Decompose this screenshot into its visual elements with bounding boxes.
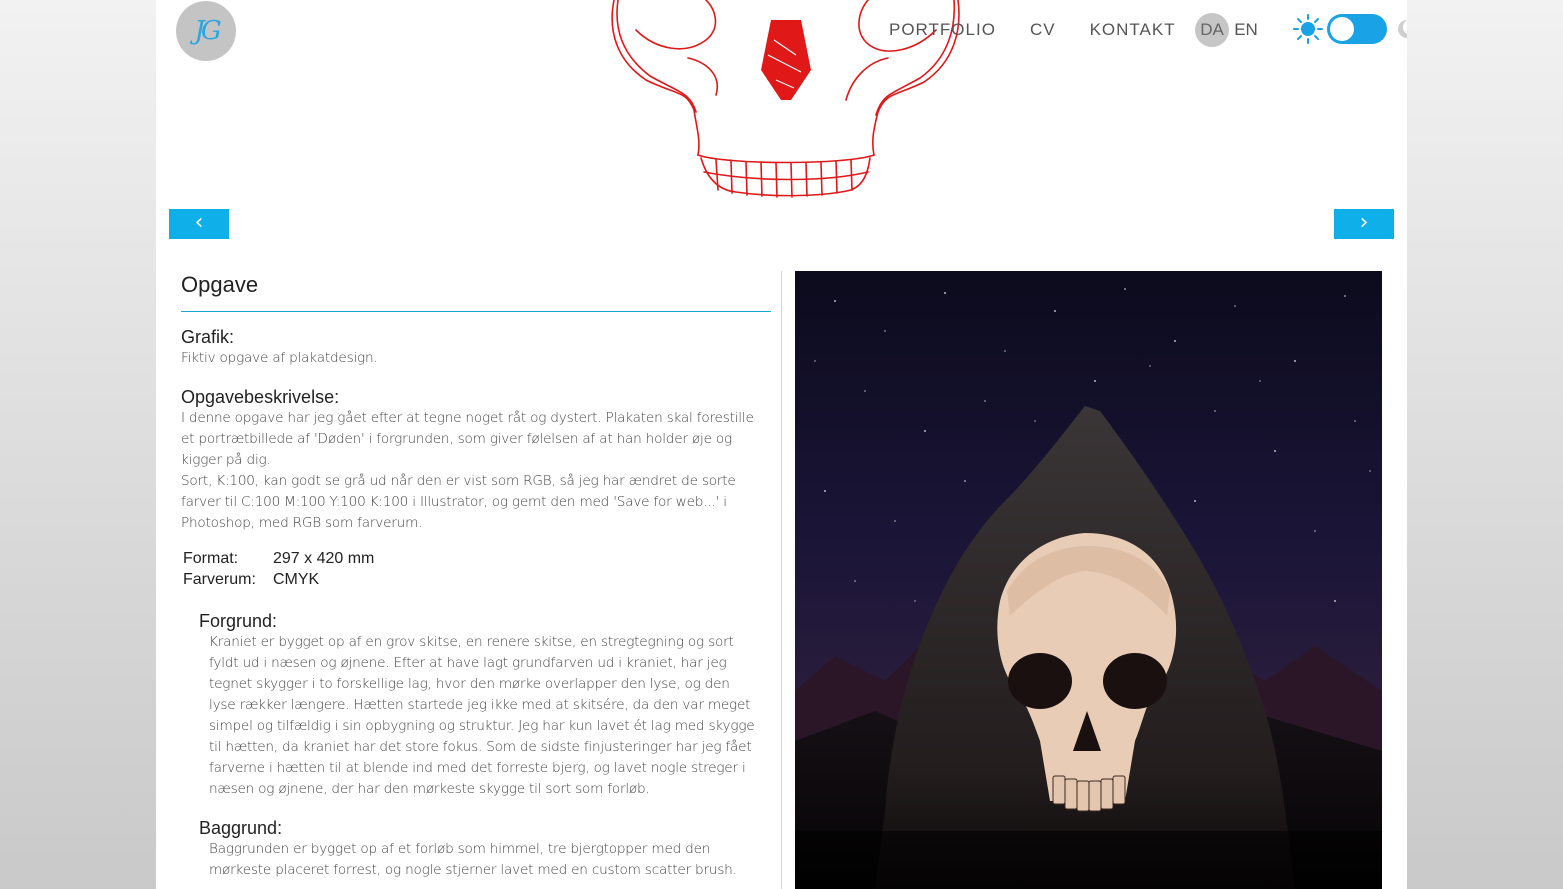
section-title: Opgave	[181, 272, 771, 312]
spec-value: 297 x 420 mm	[273, 550, 375, 567]
desc-line: Sort, K:100, kan godt se grå ud når den …	[181, 473, 736, 489]
main-nav: PORTFOLIO CV KONTAKT	[889, 18, 1210, 42]
nav-kontakt[interactable]: KONTAKT	[1090, 20, 1176, 40]
project-description: Opgave Grafik: Fiktiv opgave af plakatde…	[181, 270, 771, 881]
forgrund-line: næsen og øjnene, der har den mørkeste sk…	[209, 781, 650, 797]
description-text: I denne opgave har jeg gået efter at teg…	[181, 408, 771, 534]
carousel-next-button[interactable]: ›	[1334, 209, 1394, 239]
desc-line: I denne opgave har jeg gået efter at teg…	[181, 410, 754, 426]
desc-line: farver til C:100 M:100 Y:100 K:100 i Ill…	[181, 494, 727, 510]
forgrund-line: lyse rækker længere. Hætten startede jeg…	[209, 697, 751, 713]
sun-icon	[1293, 14, 1323, 44]
lang-en-button[interactable]: EN	[1229, 13, 1263, 47]
forgrund-heading: Forgrund:	[199, 611, 278, 631]
theme-switcher	[1293, 14, 1407, 44]
nav-cv[interactable]: CV	[1030, 20, 1056, 40]
baggrund-line: mørkeste placeret forrest, og nogle stje…	[209, 862, 737, 878]
description-heading: Opgavebeskrivelse:	[181, 387, 340, 407]
baggrund-heading: Baggrund:	[199, 818, 283, 838]
spec-row-format: Format: 297 x 420 mm	[183, 548, 771, 569]
spec-key: Format:	[183, 550, 239, 567]
moon-icon	[1398, 20, 1407, 38]
spec-table: Format: 297 x 420 mm Farverum: CMYK	[183, 548, 771, 590]
forgrund-line: farverne i hætten til at blende ind med …	[209, 760, 746, 776]
language-switcher: DA EN	[1195, 13, 1263, 47]
poster-image	[795, 271, 1382, 889]
forgrund-line: Kraniet er bygget op af en grov skitse, …	[209, 634, 734, 650]
column-divider	[781, 271, 782, 889]
forgrund-line: til hætten, da kraniet har det store fok…	[209, 739, 752, 755]
spec-key: Farverum:	[183, 571, 256, 588]
forgrund-line: tegnet skygger i to forskellige lag, hvo…	[209, 676, 730, 692]
theme-toggle-switch[interactable]	[1327, 14, 1387, 44]
grafik-text: Fiktiv opgave af plakatdesign.	[181, 350, 378, 366]
grafik-heading: Grafik:	[181, 327, 235, 347]
carousel-prev-button[interactable]: ‹	[169, 209, 229, 239]
nav-portfolio[interactable]: PORTFOLIO	[889, 20, 996, 40]
page-container: JG PORTFOLIO CV KONTAKT DA EN ‹ › Opgave…	[156, 0, 1407, 889]
toggle-knob	[1330, 17, 1354, 41]
spec-row-farverum: Farverum: CMYK	[183, 569, 771, 590]
desc-line: kigger på dig.	[181, 452, 271, 468]
desc-line: Photoshop, med RGB som farverum.	[181, 515, 423, 531]
baggrund-line: Baggrunden er bygget op af et forløb som…	[209, 841, 711, 857]
baggrund-section: Baggrund: Baggrunden er bygget op af et …	[199, 817, 771, 881]
desc-line: et portrætbillede af 'Døden' i forgrunde…	[181, 431, 732, 447]
lang-da-button[interactable]: DA	[1195, 13, 1229, 47]
logo-text: JG	[194, 16, 221, 46]
site-logo[interactable]: JG	[176, 1, 236, 61]
forgrund-line: simpel og tilfældig i sin opbygning og s…	[209, 718, 755, 734]
spec-value: CMYK	[273, 571, 320, 588]
forgrund-line: fyldt ud i næsen og øjnene. Efter at hav…	[209, 655, 727, 671]
forgrund-section: Forgrund: Kraniet er bygget op af en gro…	[199, 610, 771, 800]
